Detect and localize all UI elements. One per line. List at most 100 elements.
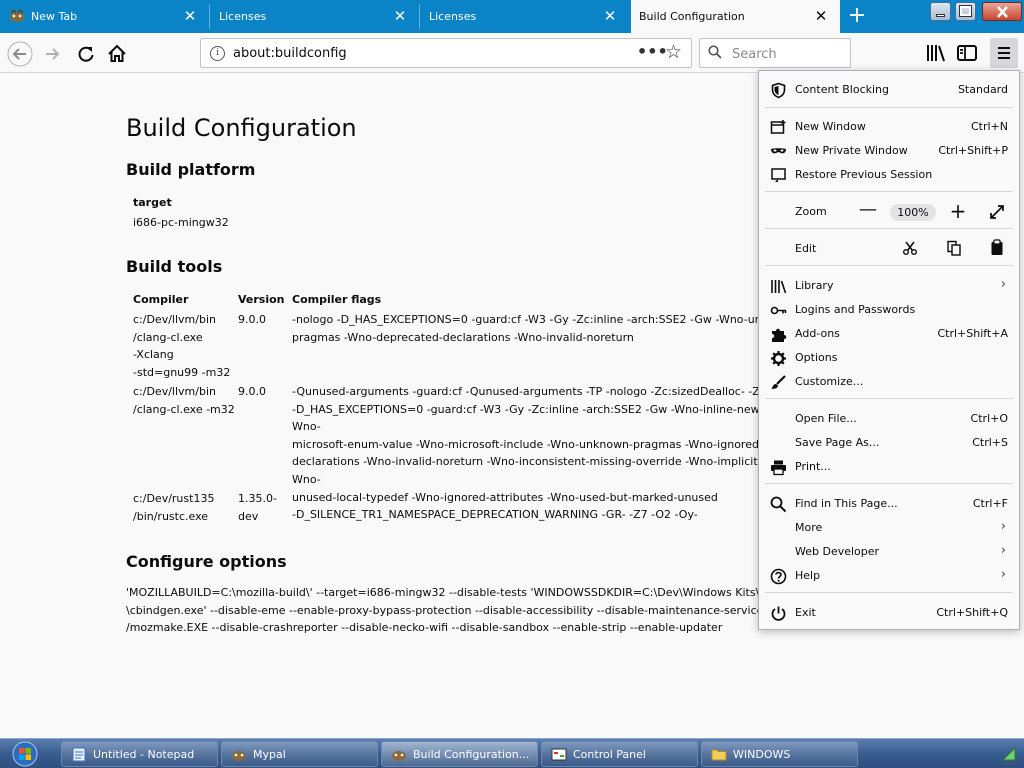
maximize-button[interactable] [955,2,976,21]
close-icon [997,6,1008,18]
tab-close-icon[interactable]: ✕ [182,8,198,24]
chevron-right-icon: › [1000,277,1006,292]
site-info-icon[interactable]: i [210,46,225,61]
url-bar[interactable]: i about:buildconfig ••• ☆ [200,38,692,68]
page-title: Build Configuration [126,114,357,142]
menu-separator [765,398,1013,399]
menu-item-edit: Edit [759,237,1019,261]
zoom-in-button[interactable]: + [948,199,968,223]
close-window-button[interactable] [982,2,1022,21]
control-panel-icon [551,748,567,761]
menu-item-options[interactable]: Options [759,346,1019,370]
menu-item-shortcut: Ctrl+Shift+P [938,144,1008,157]
build-tools-heading: Build tools [126,257,223,276]
menu-item-web-developer[interactable]: Web Developer › [759,540,1019,564]
hamburger-menu-icon [998,47,1010,59]
menu-item-more[interactable]: More › [759,516,1019,540]
menu-separator [765,191,1013,192]
network-tray-icon[interactable] [1002,747,1016,761]
app-menu-panel: Content Blocking Standard New Window Ctr… [758,70,1020,630]
puzzle-piece-icon [772,328,787,342]
tab-close-icon[interactable]: ✕ [602,8,618,24]
menu-item-label: Print... [795,460,831,473]
copy-icon[interactable] [946,240,962,256]
private-mask-icon [771,148,786,154]
tab-licenses[interactable]: Licenses ✕ [210,0,419,33]
taskbar-button-control-panel[interactable]: Control Panel [541,741,698,767]
taskbar-button-mypal[interactable]: Mypal [221,741,378,767]
taskbar-button-notepad[interactable]: Untitled - Notepad [61,741,218,767]
menu-item-exit[interactable]: Exit Ctrl+Shift+Q [759,601,1019,625]
taskbar-button-windows-folder[interactable]: WINDOWS [701,741,858,767]
menu-item-open-file[interactable]: Open File... Ctrl+O [759,407,1019,431]
menu-item-label: Zoom [795,205,827,218]
gear-icon [771,351,786,366]
zoom-reset-button[interactable]: 100% [890,204,936,221]
notepad-icon [72,747,86,762]
menu-item-save-page[interactable]: Save Page As... Ctrl+S [759,431,1019,455]
back-arrow-icon[interactable] [7,41,33,67]
url-text[interactable]: about:buildconfig [233,46,347,61]
menu-item-help[interactable]: Help › [759,564,1019,588]
menu-item-shortcut: Ctrl+Shift+A [937,327,1008,340]
menu-item-shortcut: Ctrl+Shift+Q [936,606,1008,619]
tab-close-icon[interactable]: ✕ [392,8,408,24]
reload-icon[interactable] [73,41,99,67]
menu-item-new-window[interactable]: New Window Ctrl+N [759,115,1019,139]
build-platform-heading: Build platform [126,160,256,179]
menu-item-restore-session[interactable]: Restore Previous Session [759,163,1019,187]
forward-arrow-icon[interactable] [40,41,66,67]
taskbar-label: WINDOWS [733,748,791,761]
menu-item-new-private-window[interactable]: New Private Window Ctrl+Shift+P [759,139,1019,163]
printer-icon [771,460,786,476]
menu-item-library[interactable]: Library › [759,274,1019,298]
start-button-icon[interactable] [10,741,40,767]
menu-separator [765,265,1013,266]
open-menu-button[interactable] [990,38,1018,68]
table-cell-version: 9.0.0 [238,385,266,398]
chevron-right-icon: › [1000,519,1006,534]
fullscreen-icon[interactable] [988,203,1006,221]
bookmark-star-icon[interactable]: ☆ [665,41,682,63]
tab-licenses[interactable]: Licenses ✕ [420,0,629,33]
menu-item-find-in-page[interactable]: Find in This Page... Ctrl+F [759,492,1019,516]
taskbar-button-build-configuration[interactable]: Build Configuration... [381,741,538,767]
menu-item-label: Exit [795,606,816,619]
minimize-button[interactable] [930,2,951,21]
home-icon[interactable] [104,41,130,67]
menu-item-zoom: Zoom [759,200,1019,224]
menu-item-customize[interactable]: Customize... [759,370,1019,394]
search-placeholder: Search [732,47,777,62]
tab-close-icon[interactable]: ✕ [813,8,829,24]
menu-item-logins-passwords[interactable]: Logins and Passwords [759,298,1019,322]
menu-item-add-ons[interactable]: Add-ons Ctrl+Shift+A [759,322,1019,346]
content-blocking-value: Standard [957,83,1008,96]
page-actions-icon[interactable]: ••• [637,42,668,61]
new-tab-button[interactable]: + [846,5,868,28]
menu-separator [765,483,1013,484]
paste-clipboard-icon[interactable] [990,239,1004,256]
menu-item-shortcut: Ctrl+O [970,412,1008,425]
menu-item-label: Restore Previous Session [795,168,933,181]
search-input[interactable]: Search [699,38,851,68]
menu-item-print[interactable]: Print... [759,455,1019,479]
key-icon [770,306,787,315]
configure-options-heading: Configure options [126,552,287,571]
menu-item-shortcut: Ctrl+N [970,120,1008,133]
menu-item-content-blocking[interactable]: Content Blocking Standard [759,78,1019,102]
tab-label: Licenses [219,10,267,23]
tab-new-tab[interactable]: New Tab ✕ [0,0,209,33]
menu-item-label: More [795,521,823,534]
cut-scissors-icon[interactable] [902,240,918,256]
chevron-right-icon: › [1000,543,1006,558]
menu-item-label: Library [795,279,834,292]
zoom-out-button[interactable]: — [859,199,877,223]
restore-session-icon [771,168,786,182]
mypal-icon [232,751,246,761]
taskbar-label: Build Configuration... [413,748,530,761]
menu-item-label: Add-ons [795,327,840,340]
tab-label: Licenses [429,10,477,23]
library-icon[interactable] [924,41,948,65]
tab-build-configuration[interactable]: Build Configuration ✕ [631,0,840,33]
sidebar-icon[interactable] [955,41,979,65]
